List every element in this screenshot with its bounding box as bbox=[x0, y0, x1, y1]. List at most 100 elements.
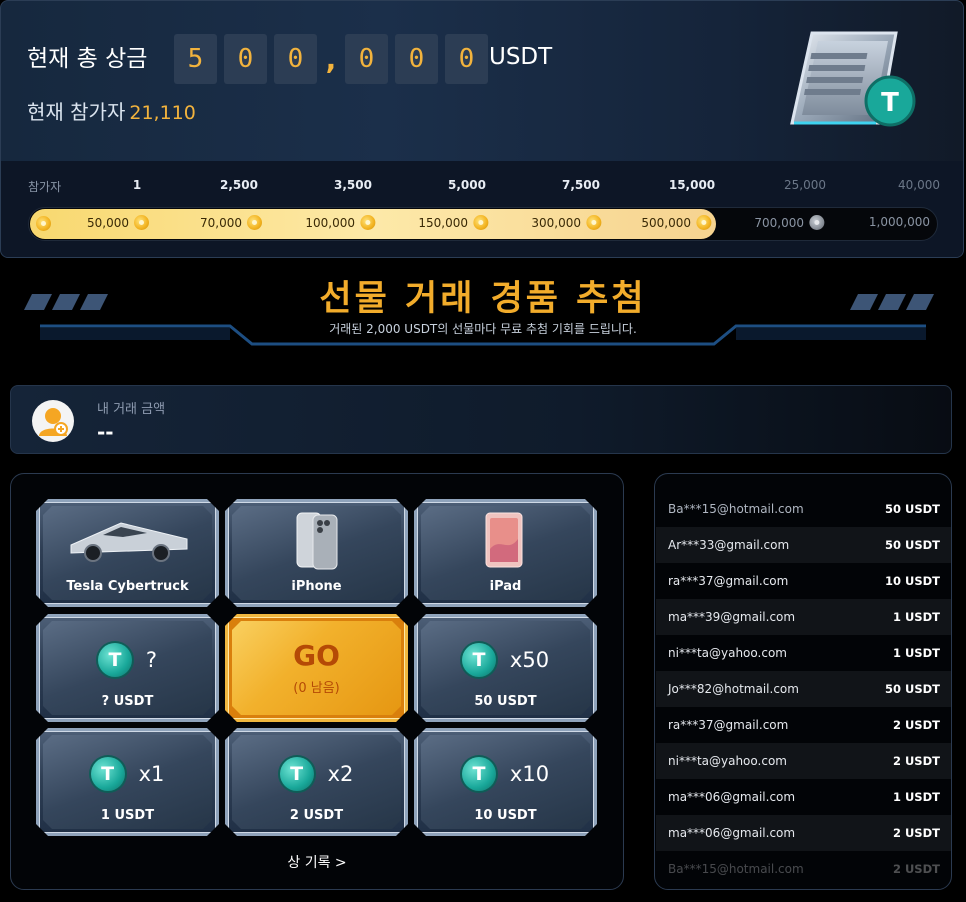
winner-email: ma***06@gmail.com bbox=[668, 790, 796, 804]
coin-icon bbox=[247, 215, 262, 230]
coin-icon bbox=[696, 215, 711, 230]
winner-row: ni***ta@yahoo.com 2 USDT bbox=[656, 743, 951, 779]
tier-threshold: 7,500 bbox=[562, 178, 600, 192]
tier-reward: 50,000 bbox=[87, 215, 149, 230]
prize-unit: USDT bbox=[489, 44, 553, 70]
prize-history-link[interactable]: 상 기록 > bbox=[10, 852, 624, 872]
iphone-image bbox=[287, 509, 347, 571]
coin-icon bbox=[134, 215, 149, 230]
tier-reward-amount: 500,000 bbox=[641, 215, 691, 230]
prize-digit: 0 bbox=[224, 34, 267, 84]
go-label: GO bbox=[293, 639, 340, 672]
prize-tile-50-usdt: T x50 50 USDT bbox=[414, 614, 597, 722]
prize-digit: 0 bbox=[445, 34, 488, 84]
coin-icon bbox=[473, 215, 488, 230]
tier-reward-amount: 1,000,000 bbox=[868, 215, 930, 229]
winner-row: ra***37@gmail.com 10 USDT bbox=[656, 563, 951, 599]
tile-label: iPhone bbox=[291, 579, 342, 594]
winner-amount: 10 USDT bbox=[884, 574, 940, 588]
user-avatar-icon bbox=[39, 408, 68, 436]
winner-email: Ar***33@gmail.com bbox=[668, 538, 790, 552]
tile-label: iPad bbox=[489, 579, 522, 594]
tile-label: 10 USDT bbox=[474, 808, 537, 823]
tier-threshold: 3,500 bbox=[334, 178, 372, 192]
coin-icon bbox=[360, 215, 375, 230]
tile-label: Tesla Cybertruck bbox=[66, 579, 189, 594]
prize-tile-cybertruck: Tesla Cybertruck bbox=[36, 499, 219, 607]
tier-threshold: 5,000 bbox=[448, 178, 486, 192]
winner-row: ma***39@gmail.com 1 USDT bbox=[656, 599, 951, 635]
tier-reward: 500,000 bbox=[641, 215, 711, 230]
tier-reward: 700,000 bbox=[754, 215, 824, 230]
tile-label: ? USDT bbox=[101, 694, 154, 709]
tile-multiplier: x10 bbox=[509, 762, 550, 786]
tier-threshold: 2,500 bbox=[220, 178, 258, 192]
winner-amount: 2 USDT bbox=[892, 826, 940, 840]
tier-reward: 1,000,000 bbox=[869, 215, 930, 229]
tier-reward-amount: 300,000 bbox=[531, 215, 581, 230]
go-remaining: (0 남음) bbox=[293, 681, 340, 696]
winner-amount: 1 USDT bbox=[892, 646, 940, 660]
banner-subtitle: 거래된 2,000 USDT의 선물마다 무료 추첨 기회를 드립니다. bbox=[329, 322, 637, 336]
prize-wallet-icon: T bbox=[790, 31, 916, 127]
trade-amount-value: -- bbox=[97, 420, 114, 444]
tier-header: 참가자 bbox=[28, 180, 62, 194]
cybertruck-image bbox=[63, 515, 193, 565]
prize-digit: 0 bbox=[395, 34, 438, 84]
tile-label: 1 USDT bbox=[100, 808, 155, 823]
prize-digit: 0 bbox=[274, 34, 317, 84]
winner-email: Ba***15@hotmail.com bbox=[668, 862, 804, 876]
tier-threshold: 1 bbox=[132, 178, 142, 192]
tier-reward-amount: 100,000 bbox=[305, 215, 355, 230]
winner-amount: 2 USDT bbox=[892, 718, 940, 732]
tile-label: 2 USDT bbox=[289, 808, 344, 823]
participants-count: 21,110 bbox=[129, 102, 196, 124]
tether-icon: T bbox=[462, 643, 496, 677]
tier-threshold: 15,000 bbox=[668, 178, 716, 192]
winner-email: ma***06@gmail.com bbox=[668, 826, 796, 840]
prize-tile-2-usdt: T x2 2 USDT bbox=[225, 728, 408, 836]
go-button[interactable]: GO (0 남음) bbox=[225, 614, 408, 722]
prize-digits: 5 0 0 , 0 0 0 bbox=[174, 34, 495, 84]
tether-icon: T bbox=[91, 757, 125, 791]
tether-icon: T bbox=[280, 757, 314, 791]
prize-tile-10-usdt: T x10 10 USDT bbox=[414, 728, 597, 836]
winner-amount: 1 USDT bbox=[892, 790, 940, 804]
participants: 현재 참가자 21,110 bbox=[27, 96, 196, 125]
winner-row: ra***37@gmail.com 2 USDT bbox=[656, 707, 951, 743]
tile-multiplier: ? bbox=[145, 648, 158, 672]
winner-row: Ba***15@hotmail.com 50 USDT bbox=[656, 491, 951, 527]
tier-reward: 70,000 bbox=[200, 215, 262, 230]
winner-amount: 50 USDT bbox=[884, 502, 940, 516]
winner-row: ni***ta@yahoo.com 1 USDT bbox=[656, 635, 951, 671]
winner-row: ma***06@gmail.com 1 USDT bbox=[656, 779, 951, 815]
winner-email: Ba***15@hotmail.com bbox=[668, 502, 804, 516]
tier-reward-amount: 50,000 bbox=[87, 215, 129, 230]
winner-row: ma***06@gmail.com 2 USDT bbox=[656, 815, 951, 851]
banner-title: 선물 거래 경품 추첨 bbox=[319, 279, 647, 319]
svg-text:T: T bbox=[881, 88, 899, 118]
prize-tile-ipad: iPad bbox=[414, 499, 597, 607]
winners-list[interactable]: Ba***15@hotmail.com 50 USDT Ar***33@gmail.… bbox=[654, 473, 952, 890]
prize-digit: 5 bbox=[174, 34, 217, 84]
winner-row: Ba***15@hotmail.com 2 USDT bbox=[656, 851, 951, 887]
tier-threshold: 40,000 bbox=[898, 178, 940, 192]
tier-reward: 100,000 bbox=[305, 215, 375, 230]
participants-label: 현재 참가자 bbox=[27, 100, 126, 124]
coin-icon bbox=[809, 215, 824, 230]
tile-multiplier: x2 bbox=[327, 762, 354, 786]
tier-reward: 150,000 bbox=[418, 215, 488, 230]
winner-row: Jo***82@hotmail.com 50 USDT bbox=[656, 671, 951, 707]
winner-email: Jo***82@hotmail.com bbox=[668, 682, 799, 696]
prize-digit-separator: , bbox=[325, 42, 337, 76]
my-trade-amount-card: 내 거래 금액 -- bbox=[10, 385, 952, 454]
coin-icon bbox=[586, 215, 601, 230]
winner-email: ra***37@gmail.com bbox=[668, 574, 789, 588]
tier-reward-amount: 70,000 bbox=[200, 215, 242, 230]
tier-reward-amount: 150,000 bbox=[418, 215, 468, 230]
tier-reward: 300,000 bbox=[531, 215, 601, 230]
winner-email: ni***ta@yahoo.com bbox=[668, 754, 787, 768]
winner-row: Ar***33@gmail.com 50 USDT bbox=[656, 527, 951, 563]
tile-multiplier: x1 bbox=[138, 762, 165, 786]
tether-icon: T bbox=[98, 643, 132, 677]
